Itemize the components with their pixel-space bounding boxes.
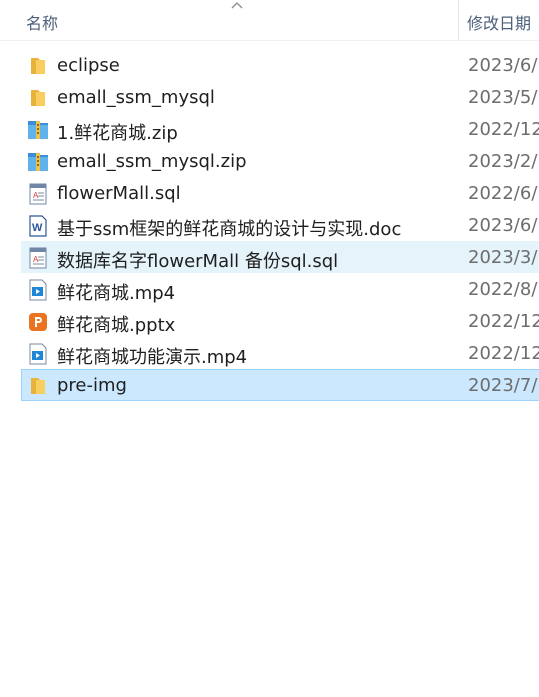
file-name: 鲜花商城.pptx: [57, 315, 176, 336]
file-row-thesis-doc[interactable]: W 基于ssm框架的鲜花商城的设计与实现.doc 2023/6/: [21, 209, 539, 241]
file-row-flower-mall-pptx[interactable]: 鲜花商城.pptx 2022/12: [21, 305, 539, 337]
file-name: emall_ssm_mysql: [57, 87, 215, 108]
video-file-icon: [29, 279, 47, 301]
file-name: pre-img: [57, 375, 127, 396]
word-doc-icon: W: [29, 215, 47, 237]
file-name: 数据库名字flowerMall 备份sql.sql: [57, 251, 339, 272]
file-row-eclipse[interactable]: eclipse 2023/6/: [21, 49, 539, 81]
column-header-name[interactable]: 名称: [26, 10, 58, 34]
file-name: emall_ssm_mysql.zip: [57, 151, 247, 172]
file-date: 2023/6/: [468, 215, 538, 236]
column-header: 名称 修改日期: [0, 0, 539, 41]
powerpoint-icon: [29, 313, 47, 331]
file-date: 2023/7/: [468, 375, 538, 396]
zip-archive-icon: [28, 153, 48, 171]
file-name: eclipse: [57, 55, 120, 76]
file-row-flowermall-sql[interactable]: A flowerMall.sql 2022/6/: [21, 177, 539, 209]
file-row-pre-img[interactable]: pre-img 2023/7/: [21, 369, 539, 401]
folder-icon: [31, 90, 45, 106]
file-date: 2022/6/: [468, 183, 538, 204]
file-row-feature-demo-mp4[interactable]: 鲜花商城功能演示.mp4 2022/12: [21, 337, 539, 369]
sql-file-icon: A: [29, 247, 47, 269]
file-explorer: 名称 修改日期 eclipse 2023/6/ emall_ssm_mysql …: [0, 0, 539, 697]
video-file-icon: [29, 343, 47, 365]
sql-file-icon: A: [29, 183, 47, 205]
file-row-emall-ssm-mysql[interactable]: emall_ssm_mysql 2023/5/: [21, 81, 539, 113]
file-name: 基于ssm框架的鲜花商城的设计与实现.doc: [57, 219, 402, 240]
sort-ascending-icon[interactable]: [231, 1, 243, 9]
file-date: 2022/12: [468, 119, 539, 140]
file-date: 2022/12: [468, 343, 539, 364]
file-name: 鲜花商城功能演示.mp4: [57, 347, 248, 368]
file-name: 1.鲜花商城.zip: [57, 123, 178, 144]
column-header-date-modified[interactable]: 修改日期: [467, 10, 531, 34]
file-date: 2023/2/: [468, 151, 538, 172]
folder-icon: [31, 58, 45, 74]
file-date: 2023/3/: [468, 247, 538, 268]
file-row-flower-mall-mp4[interactable]: 鲜花商城.mp4 2022/8/: [21, 273, 539, 305]
file-list: eclipse 2023/6/ emall_ssm_mysql 2023/5/ …: [0, 49, 539, 401]
file-date: 2022/12: [468, 311, 539, 332]
file-name: flowerMall.sql: [57, 183, 181, 204]
file-row-emall-ssm-mysql-zip[interactable]: emall_ssm_mysql.zip 2023/2/: [21, 145, 539, 177]
folder-icon: [31, 378, 45, 394]
column-divider[interactable]: [458, 0, 459, 40]
file-name: 鲜花商城.mp4: [57, 283, 176, 304]
file-row-flower-mall-zip[interactable]: 1.鲜花商城.zip 2022/12: [21, 113, 539, 145]
zip-archive-icon: [28, 121, 48, 139]
file-row-db-backup-sql[interactable]: A 数据库名字flowerMall 备份sql.sql 2023/3/: [21, 241, 539, 273]
file-date: 2022/8/: [468, 279, 538, 300]
file-date: 2023/5/: [468, 87, 538, 108]
file-date: 2023/6/: [468, 55, 538, 76]
svg-text:W: W: [32, 222, 43, 234]
